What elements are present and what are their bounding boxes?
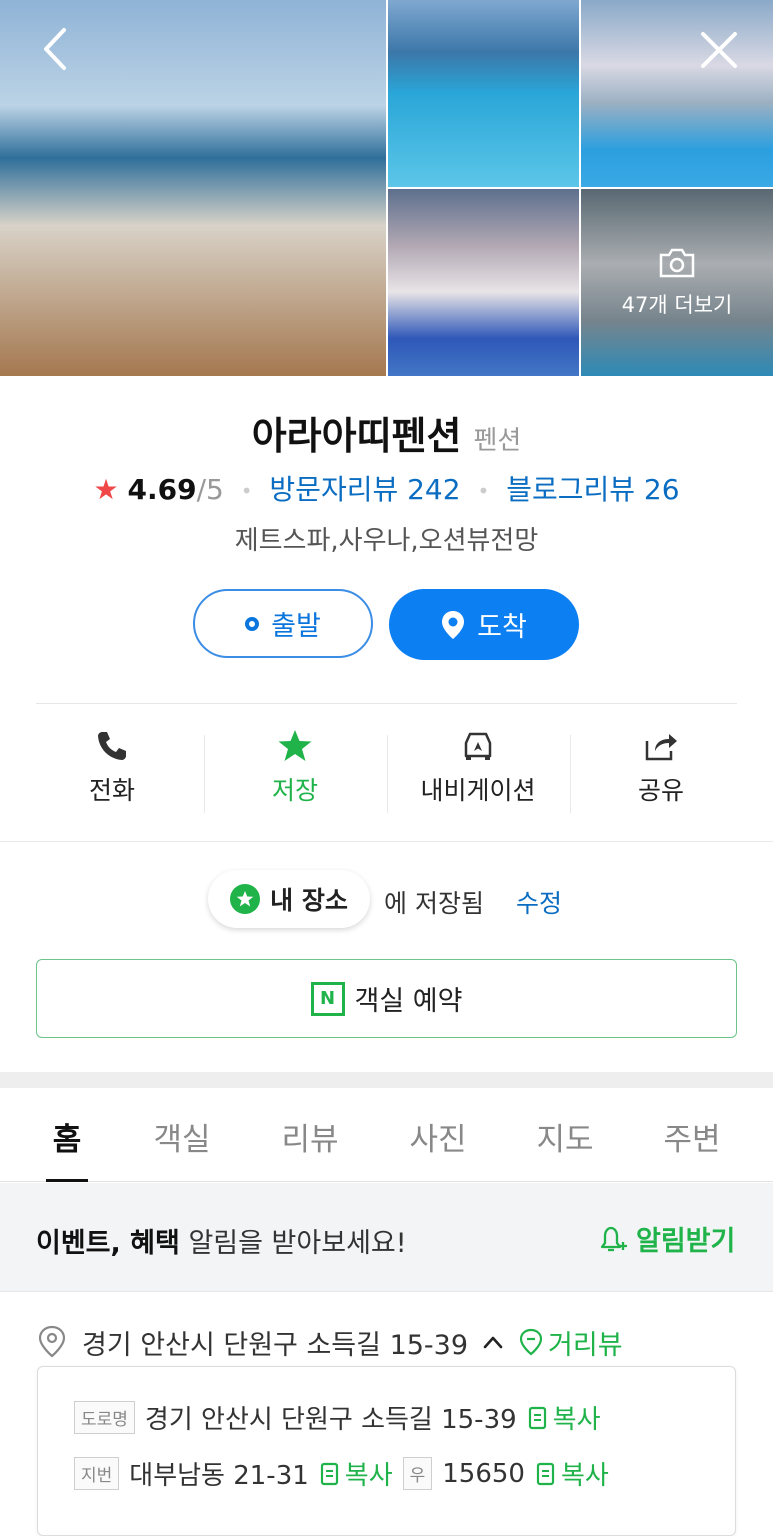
copy-icon: [320, 1462, 338, 1485]
active-tab-indicator: [46, 1179, 88, 1182]
room-reservation-label: 객실 예약: [354, 986, 463, 1017]
place-title-row: 아라아띠펜션 펜션: [0, 405, 773, 460]
share-icon: [645, 734, 677, 761]
bell-plus-icon: [600, 1226, 627, 1251]
place-description: 제트스파,사우나,오션뷰전망: [234, 526, 539, 556]
copy-icon: [528, 1406, 546, 1429]
divider: [36, 703, 737, 704]
address-detail-box: 도로명 경기 안산시 단원구 소득길 15-39 복사 지번 대부남동 21-3…: [37, 1366, 736, 1536]
naver-booking-icon: N: [310, 981, 345, 1016]
share-label: 공유: [637, 776, 684, 805]
subscribe-label: 알림받기: [636, 1226, 736, 1257]
rating-row: ★ 4.69/5 • 방문자리뷰 242 • 블로그리뷰 26: [0, 468, 773, 508]
phone-icon: [98, 732, 126, 760]
star-badge-icon: [230, 884, 261, 914]
tab-reviews[interactable]: 리뷰: [260, 1114, 360, 1159]
navigation-label: 내비게이션: [420, 776, 536, 805]
departure-button[interactable]: 출발: [193, 589, 373, 658]
star-icon: [278, 730, 312, 761]
visitor-review-link[interactable]: 방문자리뷰 242: [269, 473, 460, 506]
back-icon[interactable]: [36, 26, 76, 72]
photo-gallery: 47개 더보기: [0, 0, 773, 376]
place-category: 펜션: [473, 426, 522, 456]
zip-code: 15650: [442, 1458, 525, 1489]
edit-saved-link[interactable]: 수정: [516, 884, 562, 920]
arrival-button[interactable]: 도착: [389, 589, 579, 660]
tab-home[interactable]: 홈: [17, 1114, 117, 1159]
place-name: 아라아띠펜션: [251, 414, 462, 458]
car-navigation-icon: [464, 732, 492, 760]
address-main[interactable]: 경기 안산시 단원구 소득길 15-39: [82, 1323, 468, 1362]
lot-address: 대부남동 21-31: [129, 1461, 309, 1491]
close-icon[interactable]: [697, 28, 741, 72]
camera-icon: [659, 248, 695, 278]
star-icon: ★: [93, 473, 119, 506]
saved-status-row: 내 장소 에 저장됨 수정: [0, 870, 773, 930]
rating-score: 4.69: [127, 473, 197, 506]
tab-rooms[interactable]: 객실: [132, 1114, 232, 1159]
tab-photos[interactable]: 사진: [388, 1114, 488, 1159]
copy-road-address-button[interactable]: 복사: [527, 1399, 601, 1436]
arrival-label: 도착: [477, 612, 527, 643]
origin-dot-icon: [245, 616, 260, 631]
section-divider: [0, 1072, 773, 1088]
photo-thumb-2[interactable]: [581, 0, 773, 187]
call-button[interactable]: 전화: [22, 725, 202, 815]
departure-label: 출발: [271, 611, 321, 642]
tab-bar: 홈 객실 리뷰 사진 지도 주변: [0, 1088, 773, 1182]
photo-thumb-1[interactable]: [388, 0, 579, 187]
divider: [0, 841, 773, 842]
zip-code-tag: 우: [402, 1457, 433, 1490]
save-button[interactable]: 저장: [205, 725, 385, 815]
navigation-button[interactable]: 내비게이션: [388, 725, 568, 815]
chevron-up-icon[interactable]: [482, 1334, 504, 1350]
street-view-icon: [519, 1328, 543, 1356]
blog-review-link[interactable]: 블로그리뷰 26: [506, 473, 679, 506]
copy-lot-address-button[interactable]: 복사: [319, 1455, 393, 1492]
street-view-button[interactable]: 거리뷰: [518, 1323, 623, 1362]
notification-text: 이벤트, 혜택 알림을 받아보세요!: [36, 1228, 407, 1259]
separator-dot: •: [240, 479, 253, 503]
separator-dot: •: [477, 479, 490, 503]
rating-max: /5: [196, 473, 224, 506]
divider: [387, 735, 388, 813]
subscribe-notification-button[interactable]: 알림받기: [598, 1219, 735, 1258]
street-view-label: 거리뷰: [548, 1329, 623, 1361]
notification-banner: 이벤트, 혜택 알림을 받아보세요! 알림받기: [0, 1183, 773, 1292]
address-row: 경기 안산시 단원구 소득길 15-39 거리뷰: [36, 1322, 737, 1362]
location-pin-icon: [442, 610, 465, 639]
road-address: 경기 안산시 단원구 소득길 15-39: [144, 1405, 517, 1435]
call-label: 전화: [88, 776, 135, 805]
save-label: 저장: [271, 776, 318, 805]
more-photos-label: 47개 더보기: [621, 293, 733, 317]
tab-nearby[interactable]: 주변: [642, 1114, 742, 1159]
my-place-label: 내 장소: [270, 886, 348, 915]
share-button[interactable]: 공유: [571, 725, 751, 815]
lot-address-tag: 지번: [74, 1457, 120, 1490]
divider: [570, 735, 571, 813]
copy-zip-code-button[interactable]: 복사: [535, 1455, 609, 1492]
saved-status-text: 에 저장됨: [384, 889, 484, 918]
road-address-tag: 도로명: [74, 1401, 135, 1434]
tab-map[interactable]: 지도: [515, 1114, 615, 1159]
room-reservation-button[interactable]: N 객실 예약: [36, 959, 737, 1038]
location-pin-icon: [38, 1325, 66, 1358]
photo-thumb-3[interactable]: [388, 189, 579, 376]
divider: [204, 735, 205, 813]
copy-icon: [536, 1462, 555, 1485]
more-photos-button[interactable]: 47개 더보기: [581, 189, 773, 376]
lot-address-row: 지번 대부남동 21-31 복사 우 15650 복사: [74, 1455, 609, 1492]
my-place-chip[interactable]: 내 장소: [208, 870, 370, 928]
road-address-row: 도로명 경기 안산시 단원구 소득길 15-39 복사: [74, 1399, 601, 1436]
